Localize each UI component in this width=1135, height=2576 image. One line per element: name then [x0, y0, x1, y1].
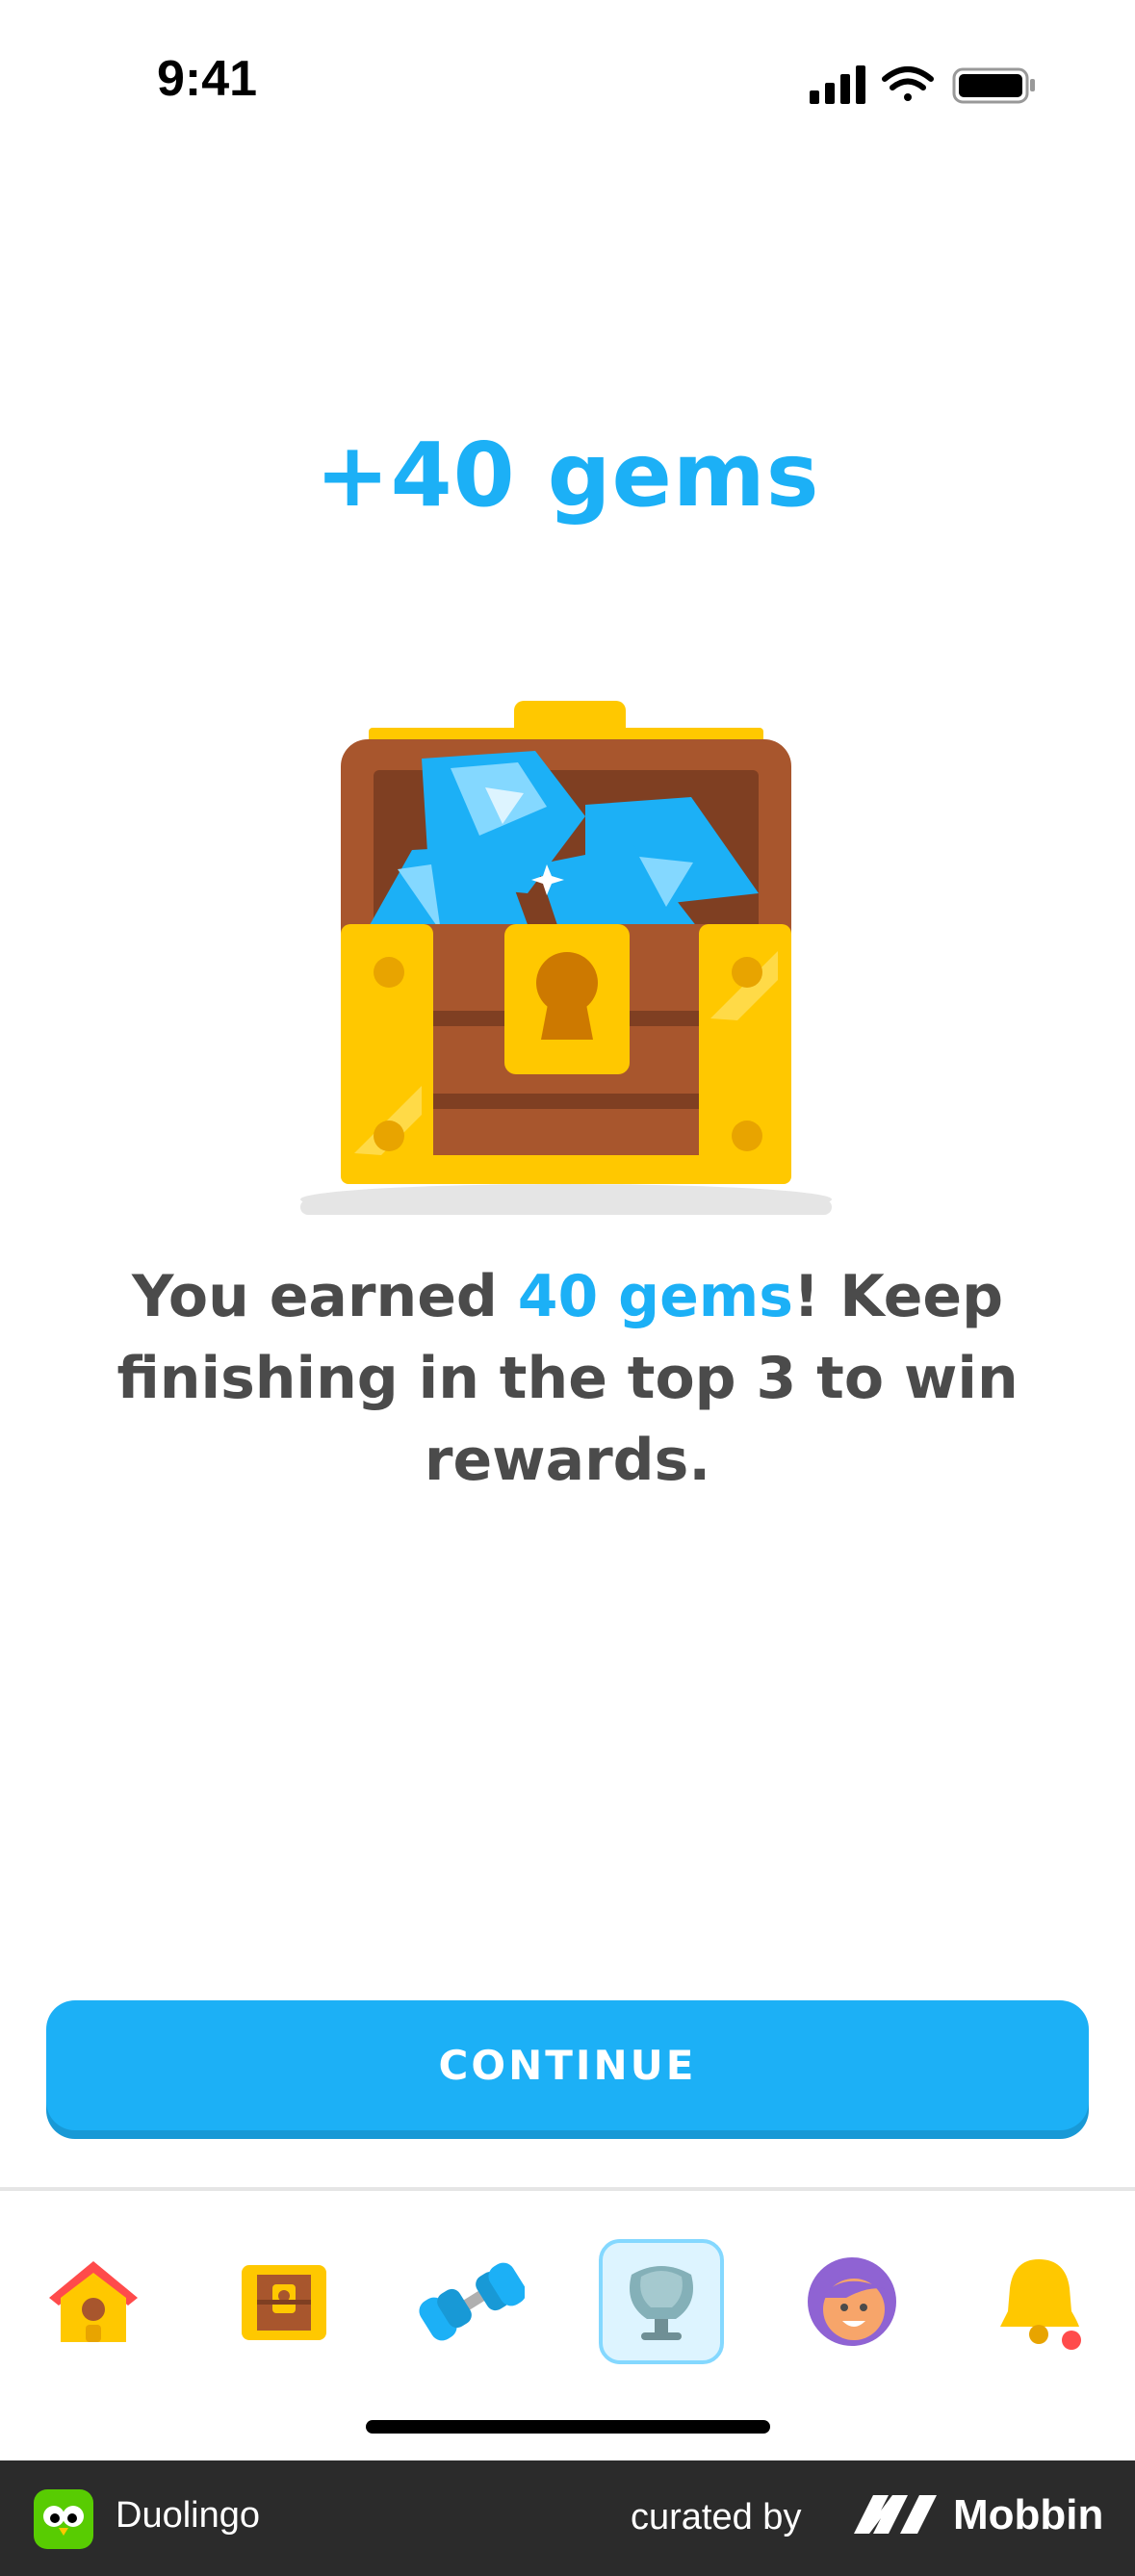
reward-message: You earned 40 gems! Keep finishing in th…	[106, 1256, 1029, 1502]
wifi-icon	[882, 66, 934, 101]
tab-profile[interactable]	[789, 2239, 915, 2364]
footer-app-name: Duolingo	[116, 2495, 260, 2536]
message-highlight-gems: 40 gems	[517, 1263, 793, 1330]
treasure-chest-icon	[242, 2265, 326, 2340]
tab-leaderboard[interactable]	[599, 2239, 724, 2364]
status-icons	[810, 64, 1041, 110]
tab-practice[interactable]	[409, 2239, 534, 2364]
status-time: 9:41	[157, 51, 258, 107]
reward-title: +40 gems	[315, 424, 820, 527]
footer-brand: Mobbin	[953, 2491, 1104, 2538]
dumbbell-icon	[419, 2262, 525, 2341]
treasure-chest-illustration	[297, 701, 836, 1221]
signal-icon	[810, 65, 865, 104]
message-text-before: You earned	[131, 1263, 518, 1330]
continue-button[interactable]: CONTINUE	[46, 2000, 1089, 2130]
duolingo-logo-icon	[34, 2489, 93, 2553]
home-indicator	[366, 2420, 770, 2434]
status-bar: 9:41	[0, 0, 1135, 154]
tab-home[interactable]	[31, 2239, 156, 2364]
mobbin-logo-icon	[852, 2493, 939, 2539]
tab-notifications[interactable]	[980, 2239, 1105, 2364]
avatar-icon	[808, 2257, 896, 2346]
notification-badge	[1062, 2331, 1081, 2350]
footer-bar: Duolingo curated by Mobbin	[0, 2460, 1135, 2576]
house-icon	[49, 2261, 138, 2342]
tab-chest[interactable]	[221, 2239, 347, 2364]
footer-curated-by: curated by	[631, 2497, 802, 2537]
trophy-icon	[630, 2266, 693, 2340]
battery-icon	[952, 67, 1035, 104]
bell-icon	[1000, 2259, 1081, 2350]
